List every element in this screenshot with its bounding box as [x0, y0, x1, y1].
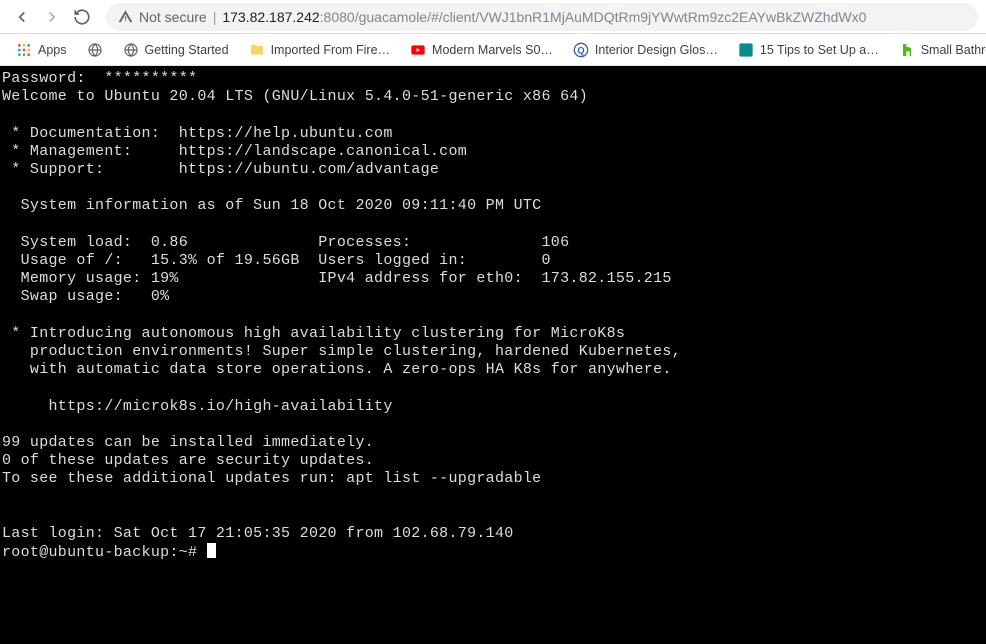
terminal-line: Last login: Sat Oct 17 21:05:35 2020 fro… — [2, 525, 514, 542]
globe-icon — [123, 42, 139, 58]
bookmark-label: Modern Marvels S0… — [432, 43, 553, 57]
terminal-line: 99 updates can be installed immediately. — [2, 434, 374, 451]
terminal-line: * Support: https://ubuntu.com/advantage — [2, 161, 439, 178]
terminal-line: * Management: https://landscape.canonica… — [2, 143, 467, 160]
terminal-line: Memory usage: 19% IPv4 address for eth0:… — [2, 270, 672, 287]
bookmark-apps[interactable]: Apps — [8, 38, 75, 62]
bookmark-label: Getting Started — [145, 43, 229, 57]
youtube-icon — [410, 42, 426, 58]
bookmark-label: 15 Tips to Set Up a… — [760, 43, 879, 57]
terminal-cursor — [207, 543, 216, 558]
bookmark-small-bathroom[interactable]: Small Bathroom Col… — [891, 38, 986, 62]
terminal-line: * Introducing autonomous high availabili… — [2, 325, 625, 342]
back-button[interactable] — [8, 3, 36, 31]
terminal-line: 0 of these updates are security updates. — [2, 452, 374, 469]
bookmark-label: Apps — [38, 43, 67, 57]
terminal-line: System information as of Sun 18 Oct 2020… — [2, 197, 541, 214]
bookmark-globe-1[interactable] — [79, 38, 111, 62]
forward-button[interactable] — [38, 3, 66, 31]
warning-icon — [118, 9, 133, 24]
address-divider: | — [213, 9, 217, 25]
globe-icon — [87, 42, 103, 58]
apps-icon — [16, 42, 32, 58]
browser-nav-bar: Not secure | 173.82.187.242:8080/guacamo… — [0, 0, 986, 34]
folder-icon — [249, 42, 265, 58]
bookmark-label: Small Bathroom Col… — [921, 43, 986, 57]
address-bar[interactable]: Not secure | 173.82.187.242:8080/guacamo… — [106, 3, 978, 31]
bookmark-15-tips[interactable]: 15 Tips to Set Up a… — [730, 38, 887, 62]
houzz-icon — [899, 42, 915, 58]
bookmarks-bar: Apps Getting Started Imported From Fire…… — [0, 34, 986, 66]
terminal[interactable]: Password: ********** Welcome to Ubuntu 2… — [0, 66, 986, 644]
terminal-prompt: root@ubuntu-backup:~# — [2, 544, 207, 561]
terminal-line: Swap usage: 0% — [2, 288, 169, 305]
q-icon: Q — [573, 42, 589, 58]
reload-button[interactable] — [68, 3, 96, 31]
terminal-line: To see these additional updates run: apt… — [2, 470, 541, 487]
svg-text:Q: Q — [577, 45, 584, 55]
terminal-line: Usage of /: 15.3% of 19.56GB Users logge… — [2, 252, 551, 269]
not-secure-label: Not secure — [139, 9, 207, 25]
bookmark-modern-marvels[interactable]: Modern Marvels S0… — [402, 38, 561, 62]
bookmark-interior-design[interactable]: Q Interior Design Glos… — [565, 38, 726, 62]
security-status[interactable]: Not secure — [118, 9, 207, 25]
bookmark-imported[interactable]: Imported From Fire… — [241, 38, 398, 62]
url-text: 173.82.187.242:8080/guacamole/#/client/V… — [222, 9, 866, 25]
bookmark-label: Imported From Fire… — [271, 43, 390, 57]
terminal-line: Welcome to Ubuntu 20.04 LTS (GNU/Linux 5… — [2, 88, 588, 105]
bookmark-getting-started[interactable]: Getting Started — [115, 38, 237, 62]
terminal-line: https://microk8s.io/high-availability — [2, 398, 393, 415]
terminal-line: System load: 0.86 Processes: 106 — [2, 234, 569, 251]
terminal-line: production environments! Super simple cl… — [2, 343, 681, 360]
terminal-line: Password: ********** — [2, 70, 197, 87]
terminal-line: with automatic data store operations. A … — [2, 361, 672, 378]
bookmark-label: Interior Design Glos… — [595, 43, 718, 57]
teal-icon — [738, 42, 754, 58]
terminal-line: * Documentation: https://help.ubuntu.com — [2, 125, 393, 142]
